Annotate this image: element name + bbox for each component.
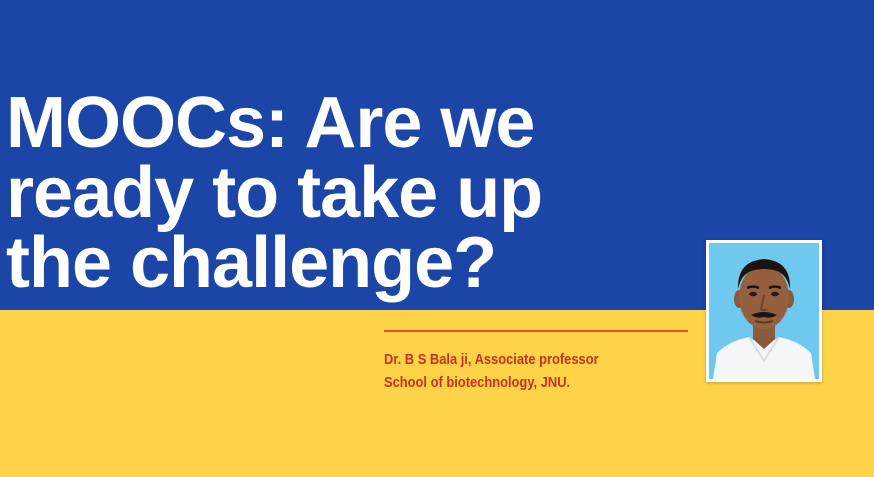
headline: MOOCs: Are we ready to take up the chall… <box>6 83 706 303</box>
author-affiliation: School of biotechnology, JNU. <box>384 374 571 391</box>
author-byline: Dr. B S Bala ji, Associate professor Sch… <box>384 348 659 394</box>
author-name: Dr. B S Bala ji, Associate professor <box>384 351 599 368</box>
headline-line-1: MOOCs: Are we <box>6 83 535 163</box>
headline-line-3: the challenge? <box>6 223 497 303</box>
author-photo <box>706 240 822 382</box>
headline-line-2: ready to take up <box>6 153 543 233</box>
byline-divider <box>384 330 688 332</box>
portrait-photo-icon <box>709 243 819 379</box>
